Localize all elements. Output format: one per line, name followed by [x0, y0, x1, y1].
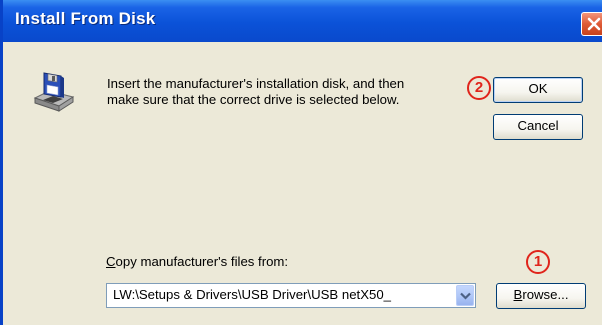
- copy-from-path-combobox[interactable]: LW:\Setups & Drivers\USB Driver\USB netX…: [106, 283, 476, 308]
- copy-from-label-mnemonic: C: [106, 254, 116, 269]
- install-from-disk-dialog: Install From Disk Insert the manufacture…: [0, 0, 602, 325]
- step-1-annotation: 1: [526, 250, 550, 274]
- title-bar[interactable]: Install From Disk: [3, 0, 602, 42]
- dropdown-button[interactable]: [456, 285, 474, 306]
- instruction-text: Insert the manufacturer's installation d…: [107, 76, 405, 107]
- chevron-down-icon: [460, 292, 471, 300]
- close-button[interactable]: [581, 12, 602, 36]
- browse-button[interactable]: Browse...: [496, 283, 586, 309]
- window-title: Install From Disk: [15, 9, 156, 28]
- copy-from-path-value[interactable]: LW:\Setups & Drivers\USB Driver\USB netX…: [113, 287, 453, 302]
- cancel-button[interactable]: Cancel: [493, 114, 583, 140]
- close-icon: [587, 17, 601, 31]
- step-2-annotation: 2: [467, 76, 491, 100]
- floppy-disk-drive-icon: [33, 72, 75, 112]
- ok-button[interactable]: OK: [493, 77, 583, 103]
- browse-mnemonic: B: [513, 287, 523, 302]
- copy-from-label: Copy manufacturer's files from:: [106, 254, 288, 269]
- browse-label: rowse...: [522, 287, 569, 302]
- copy-from-label-text: opy manufacturer's files from:: [115, 254, 289, 269]
